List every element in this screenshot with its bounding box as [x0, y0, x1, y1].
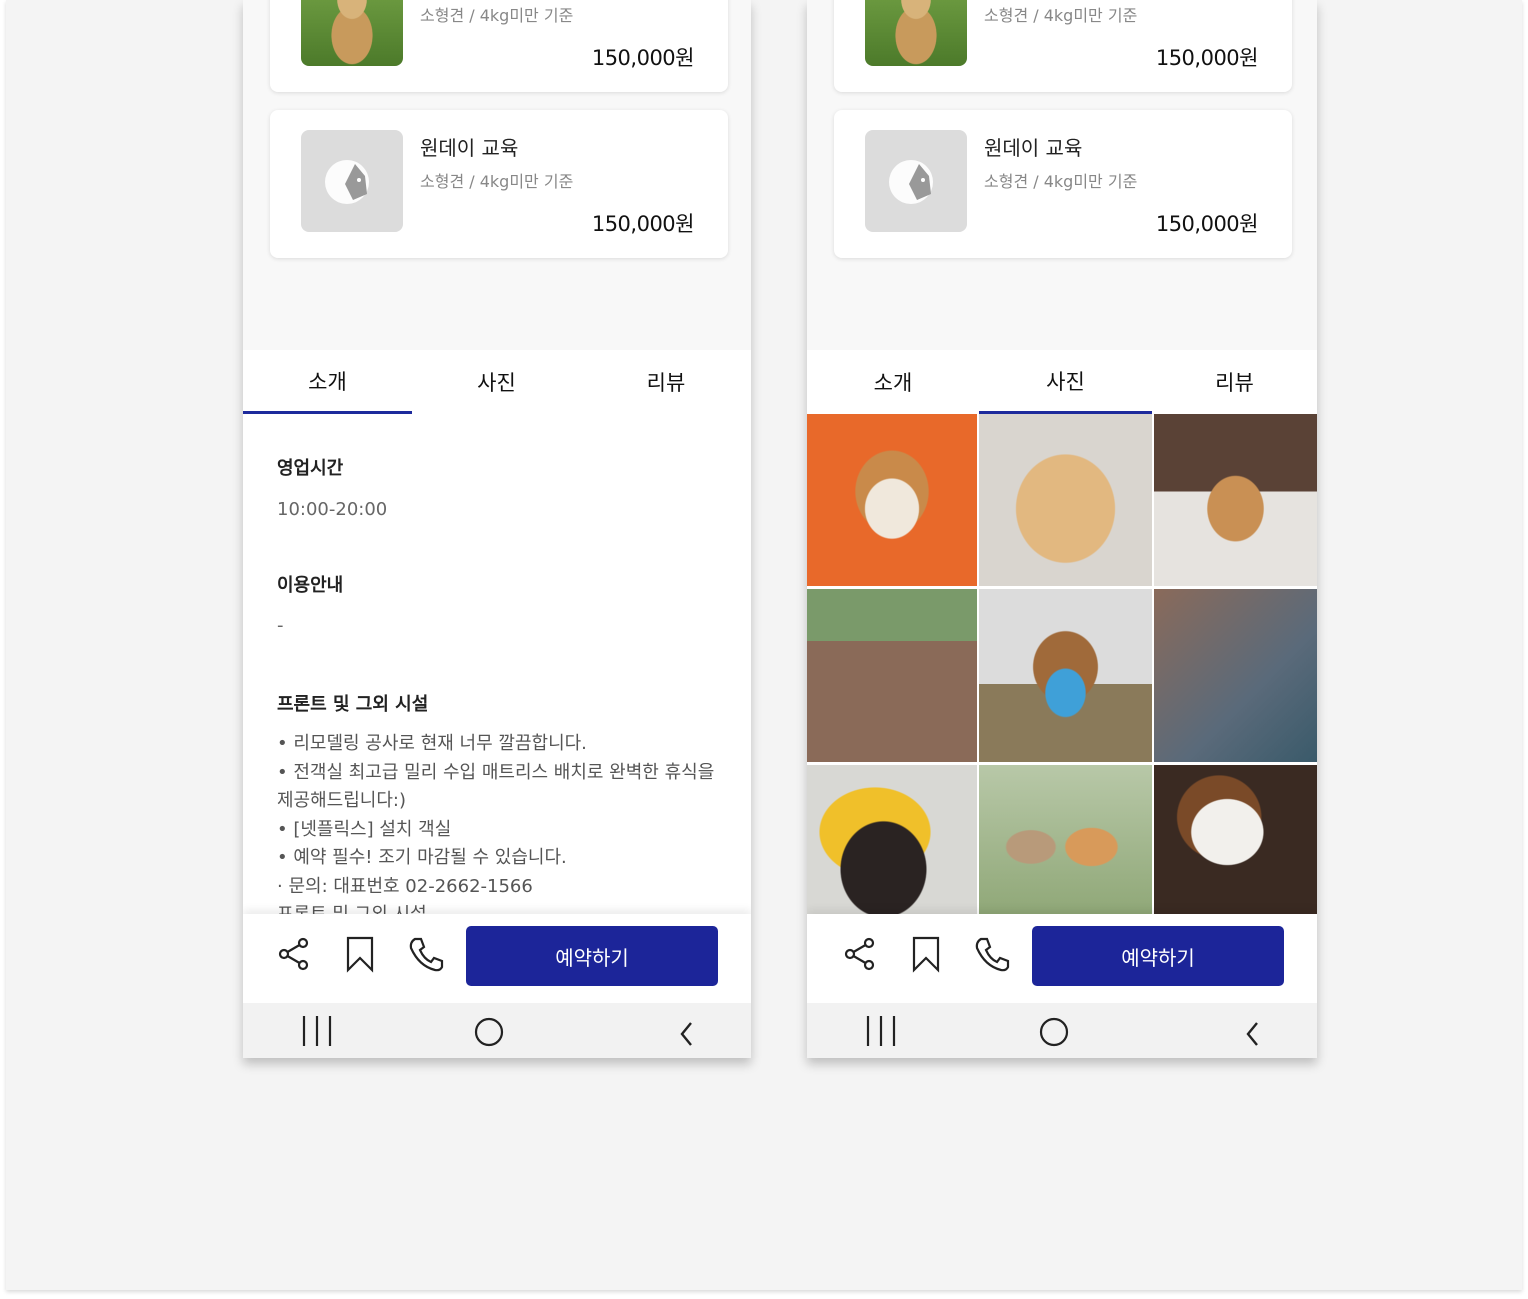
service-price: 150,000원 [1155, 46, 1259, 70]
service-card[interactable]: 원데이 교육 소형견 / 4kg미만 기준 150,000원 [270, 110, 728, 258]
dog-photo[interactable] [807, 765, 977, 914]
book-button[interactable]: 예약하기 [466, 926, 718, 986]
dog-thumbnail [865, 0, 967, 66]
home-icon[interactable] [1034, 1013, 1074, 1049]
service-subtitle: 소형견 / 4kg미만 기준 [984, 6, 1138, 25]
service-card[interactable]: 소형견 / 4kg미만 기준 150,000원 [270, 0, 728, 92]
hours-value: 10:00-20:00 [277, 499, 388, 520]
tab-bar: 소개 사진 리뷰 [243, 350, 751, 414]
phone-icon[interactable] [972, 934, 1012, 974]
pet-placeholder-icon [301, 130, 403, 232]
tab-intro[interactable]: 소개 [243, 350, 412, 414]
phone-screen-intro: 소형견 / 4kg미만 기준 150,000원 원데이 교육 소형견 / 4kg… [243, 0, 751, 1058]
tab-reviews[interactable]: 리뷰 [581, 350, 751, 414]
system-navbar [807, 1003, 1317, 1058]
service-card[interactable]: 소형견 / 4kg미만 기준 150,000원 [834, 0, 1292, 92]
phone-icon[interactable] [406, 934, 446, 974]
dog-photo[interactable] [1154, 765, 1317, 914]
dog-photo[interactable] [979, 765, 1152, 914]
usage-value: - [277, 615, 284, 636]
dog-thumbnail [301, 0, 403, 66]
dog-photo[interactable] [979, 414, 1152, 586]
dog-photo[interactable] [807, 589, 977, 762]
service-title: 원데이 교육 [984, 136, 1083, 160]
action-bar: 예약하기 [807, 914, 1317, 1003]
phone-screen-photos: 소형견 / 4kg미만 기준 150,000원 원데이 교육 소형견 / 4kg… [807, 0, 1317, 1058]
facility-line: • 전객실 최고급 밀리 수입 매트리스 배치로 완벽한 휴식을 [277, 761, 715, 783]
facility-line: 프론트 및 그외 시설 [277, 901, 727, 914]
facility-line: • 예약 필수! 조기 마감될 수 있습니다. [277, 847, 567, 868]
intro-panel: 영업시간 10:00-20:00 이용안내 - 프론트 및 그외 시설 • 리모… [243, 414, 751, 914]
bookmark-icon[interactable] [340, 934, 380, 974]
facility-description: • 리모델링 공사로 현재 너무 깔끔합니다. • 전객실 최고급 밀리 수입 … [277, 730, 727, 914]
dog-photo[interactable] [1154, 414, 1317, 586]
recent-apps-icon[interactable] [299, 1013, 339, 1049]
facility-line: · 문의: 대표번호 02-2662-1566 [277, 875, 533, 897]
bookmark-icon[interactable] [906, 934, 946, 974]
canvas: 소형견 / 4kg미만 기준 150,000원 원데이 교육 소형견 / 4kg… [6, 0, 1522, 1290]
back-icon[interactable] [1233, 1013, 1273, 1049]
hours-heading: 영업시간 [277, 458, 344, 479]
service-price: 150,000원 [591, 212, 695, 236]
photo-grid [807, 414, 1317, 914]
share-icon[interactable] [840, 934, 880, 974]
home-icon[interactable] [469, 1013, 509, 1049]
facility-line: • [넷플릭스] 설치 객실 [277, 818, 452, 840]
service-subtitle: 소형견 / 4kg미만 기준 [420, 6, 574, 25]
tab-reviews[interactable]: 리뷰 [1152, 350, 1317, 414]
service-title: 원데이 교육 [420, 136, 519, 160]
facility-line: • 리모델링 공사로 현재 너무 깔끔합니다. [277, 733, 587, 754]
service-subtitle: 소형견 / 4kg미만 기준 [984, 172, 1138, 191]
dog-photo[interactable] [807, 414, 977, 586]
service-card[interactable]: 원데이 교육 소형견 / 4kg미만 기준 150,000원 [834, 110, 1292, 258]
facility-line: 제공해드립니다:) [277, 790, 407, 811]
facility-heading: 프론트 및 그외 시설 [277, 694, 429, 715]
tab-bar: 소개 사진 리뷰 [807, 350, 1317, 414]
share-icon[interactable] [274, 934, 314, 974]
tab-intro[interactable]: 소개 [807, 350, 979, 414]
dog-photo[interactable] [1154, 589, 1317, 762]
pet-placeholder-icon [865, 130, 967, 232]
action-bar: 예약하기 [243, 914, 751, 1003]
tab-photos[interactable]: 사진 [979, 350, 1152, 414]
service-price: 150,000원 [1155, 212, 1259, 236]
back-icon[interactable] [667, 1013, 707, 1049]
recent-apps-icon[interactable] [863, 1013, 903, 1049]
system-navbar [243, 1003, 751, 1058]
service-price: 150,000원 [591, 46, 695, 70]
usage-heading: 이용안내 [277, 575, 344, 596]
tab-photos[interactable]: 사진 [412, 350, 581, 414]
dog-photo[interactable] [979, 589, 1152, 762]
service-subtitle: 소형견 / 4kg미만 기준 [420, 172, 574, 191]
book-button[interactable]: 예약하기 [1032, 926, 1284, 986]
